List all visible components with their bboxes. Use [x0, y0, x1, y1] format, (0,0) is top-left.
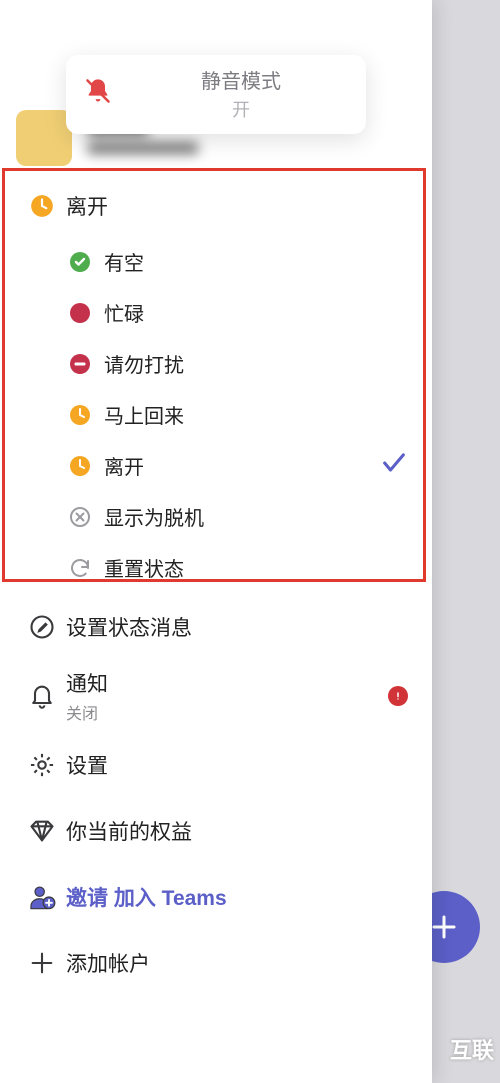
status-option-busy[interactable]: 忙碌 [0, 287, 432, 338]
menu-label: 通知 [66, 668, 108, 698]
status-label: 请勿打扰 [104, 349, 184, 378]
avatar [16, 110, 72, 166]
bell-icon [18, 682, 66, 710]
status-label: 显示为脱机 [104, 502, 204, 531]
checkmark-icon [380, 449, 408, 482]
menu-notifications[interactable]: 通知 关闭 [0, 660, 432, 732]
away-icon [18, 193, 66, 219]
status-option-available[interactable]: 有空 [0, 236, 432, 287]
busy-icon [56, 301, 104, 325]
menu-add-account[interactable]: 添加帐户 [0, 930, 432, 996]
alert-badge-icon [388, 686, 408, 706]
menu-sublabel: 关闭 [66, 700, 108, 724]
silent-mode-toast[interactable]: 静音模式 开 [66, 55, 366, 134]
status-option-dnd[interactable]: 请勿打扰 [0, 338, 432, 389]
status-option-brb[interactable]: 马上回来 [0, 389, 432, 440]
away-icon [56, 454, 104, 478]
menu-label: 你当前的权益 [66, 816, 192, 846]
toast-title: 静音模式 [134, 65, 348, 94]
menu-invite[interactable]: 邀请 加入 Teams [0, 864, 432, 930]
dnd-icon [56, 352, 104, 376]
bell-off-icon [84, 77, 112, 110]
edit-status-icon [18, 613, 66, 641]
status-label: 重置状态 [104, 553, 184, 582]
status-option-reset[interactable]: 重置状态 [0, 542, 432, 593]
menu-set-status-message[interactable]: 设置状态消息 [0, 594, 432, 660]
menu-benefits[interactable]: 你当前的权益 [0, 798, 432, 864]
status-header-row[interactable]: 离开 [0, 176, 432, 236]
watermark-text: 互联 [450, 1033, 494, 1065]
side-panel: 静音模式 开 离开 有空 忙碌 [0, 0, 432, 1083]
diamond-icon [18, 817, 66, 845]
status-label: 有空 [104, 247, 144, 276]
status-label: 马上回来 [104, 400, 184, 429]
available-icon [56, 250, 104, 274]
status-option-offline[interactable]: 显示为脱机 [0, 491, 432, 542]
menu-label: 设置状态消息 [66, 612, 192, 642]
menu-label: 设置 [66, 750, 108, 780]
plus-icon [18, 949, 66, 977]
gear-icon [18, 751, 66, 779]
status-option-away[interactable]: 离开 [0, 440, 432, 491]
status-label: 离开 [104, 451, 144, 480]
invite-person-icon [18, 883, 66, 911]
menu-label: 添加帐户 [66, 948, 150, 978]
plus-icon [429, 912, 459, 942]
menu-label: 邀请 加入 Teams [66, 882, 227, 912]
brb-icon [56, 403, 104, 427]
status-header-label: 离开 [66, 191, 108, 221]
status-label: 忙碌 [104, 298, 144, 327]
menu-settings[interactable]: 设置 [0, 732, 432, 798]
toast-sub: 开 [134, 96, 348, 122]
reset-icon [56, 556, 104, 580]
offline-icon [56, 505, 104, 529]
